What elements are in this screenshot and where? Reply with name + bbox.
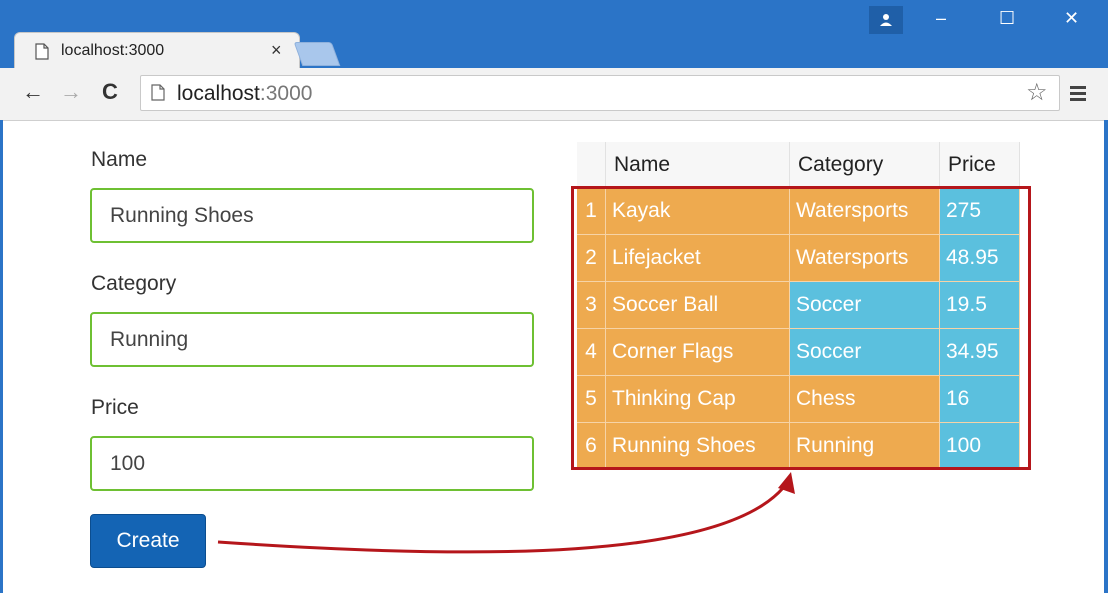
price-label: Price [91,396,139,419]
user-profile-button[interactable] [869,6,903,34]
header-name: Name [606,142,790,188]
price-input[interactable]: 100 [90,436,534,491]
page-icon [151,84,165,101]
browser-toolbar: ← → C localhost:3000 ☆ [0,68,1108,121]
page-icon [35,43,49,60]
category-input[interactable]: Running [90,312,534,367]
url-text: localhost:3000 [177,82,312,106]
category-label: Category [91,272,177,295]
header-category: Category [790,142,940,188]
menu-icon[interactable] [1070,86,1086,104]
browser-titlebar: localhost:3000 × – ☐ ✕ [0,0,1108,69]
browser-tab[interactable]: localhost:3000 × [14,32,300,69]
tab-title: localhost:3000 [61,42,165,59]
reload-button[interactable]: C [102,80,118,104]
forward-button[interactable]: → [60,80,82,104]
minimize-button[interactable]: – [936,8,946,29]
header-price: Price [940,142,1020,188]
close-window-button[interactable]: ✕ [1064,8,1079,29]
close-tab-icon[interactable]: × [271,40,282,61]
window-border [1104,120,1108,593]
table-highlight-box [571,186,1031,470]
user-icon [880,14,892,26]
back-button[interactable]: ← [22,80,44,104]
window-border [0,120,3,593]
name-input[interactable]: Running Shoes [90,188,534,243]
bookmark-star-icon[interactable]: ☆ [1026,81,1048,105]
new-tab-button[interactable] [293,42,341,66]
url-port: :3000 [259,82,313,105]
create-button[interactable]: Create [90,514,206,568]
header-index [577,142,606,188]
maximize-button[interactable]: ☐ [999,8,1015,29]
name-label: Name [91,148,148,171]
url-host: localhost [177,82,260,105]
address-bar[interactable]: localhost:3000 [140,75,1060,111]
